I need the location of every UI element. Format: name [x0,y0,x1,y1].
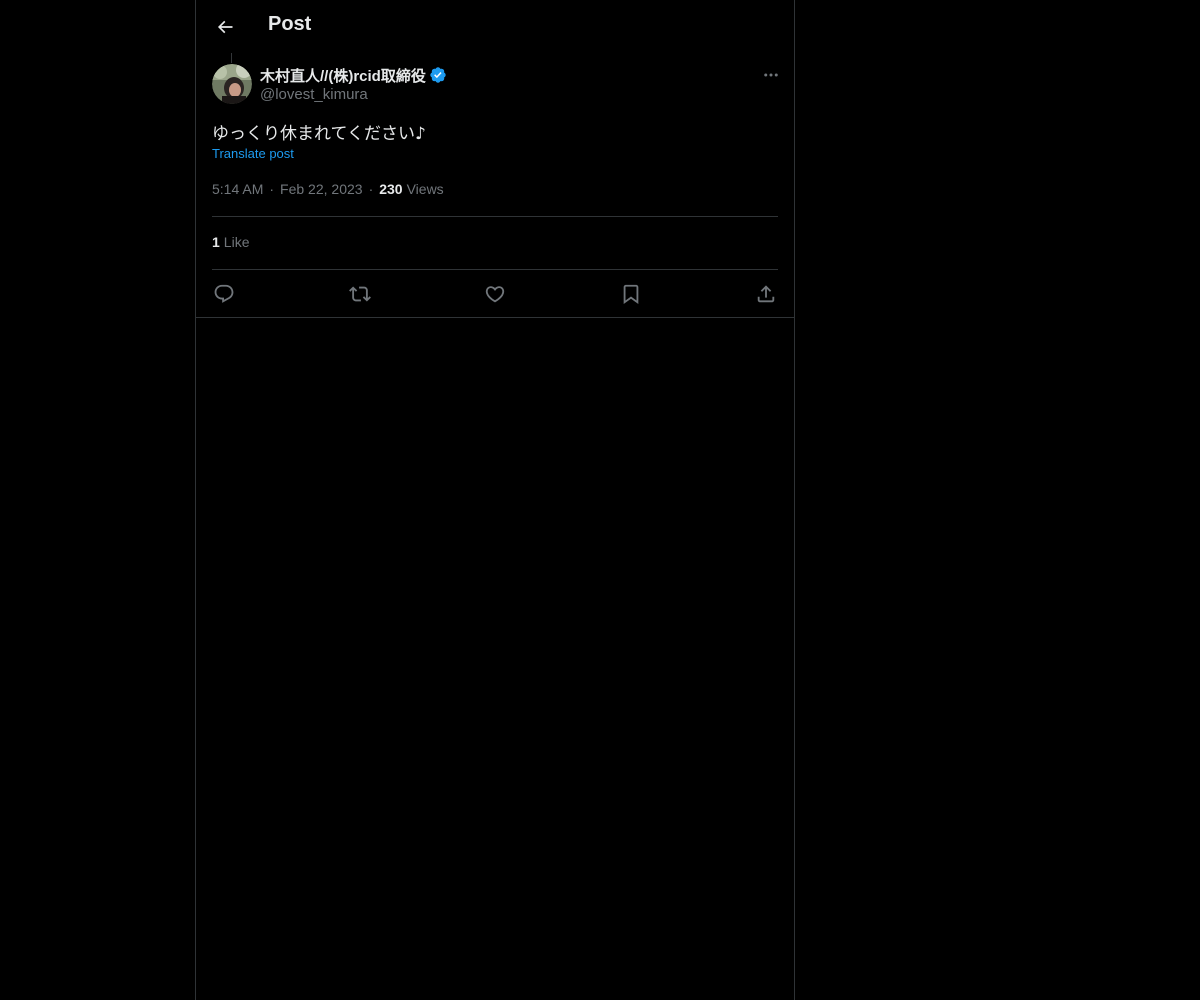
reply-button[interactable] [212,282,236,306]
share-button[interactable] [754,282,778,306]
likes-count: 1 [212,234,220,250]
post-date[interactable]: Feb 22, 2023 [280,181,363,197]
divider [212,216,778,217]
heart-icon [484,283,506,305]
like-button[interactable] [483,282,507,306]
verified-badge-icon [429,66,447,84]
post-bottom-border [196,317,794,318]
author-handle[interactable]: @lovest_kimura [260,86,368,103]
post-column: Post 木村直人//(株)rcid取締役 @lovest_kimura ゆっく… [195,0,795,1000]
meta-separator: · [368,181,374,197]
post-header: Post [196,0,794,53]
views-label: Views [406,181,444,197]
more-options-button[interactable] [760,64,782,86]
share-icon [755,283,777,305]
avatar[interactable] [212,64,252,104]
post-text: ゆっくり休まれてください♪ [212,124,426,144]
author-name-row: 木村直人//(株)rcid取締役 [260,64,447,86]
arrow-left-icon [215,17,235,37]
post-actions [212,270,778,317]
repost-icon [348,283,371,305]
author-display-name[interactable]: 木村直人//(株)rcid取締役 [260,65,426,86]
bookmark-button[interactable] [619,282,643,306]
repost-button[interactable] [348,282,372,306]
back-button[interactable] [208,10,242,44]
page-title: Post [268,13,312,35]
views-count: 230 [379,181,403,197]
reply-icon [213,283,235,305]
more-dots-icon [762,66,780,84]
likes-summary[interactable]: 1 Like [212,234,249,250]
thread-connector-line [231,53,232,63]
bookmark-icon [620,283,642,305]
likes-label: Like [223,234,250,250]
translate-post-link[interactable]: Translate post [212,146,294,161]
post-time[interactable]: 5:14 AM [212,181,263,197]
meta-separator: · [269,181,275,197]
post-meta: 5:14 AM · Feb 22, 2023 · 230 Views [212,181,444,197]
